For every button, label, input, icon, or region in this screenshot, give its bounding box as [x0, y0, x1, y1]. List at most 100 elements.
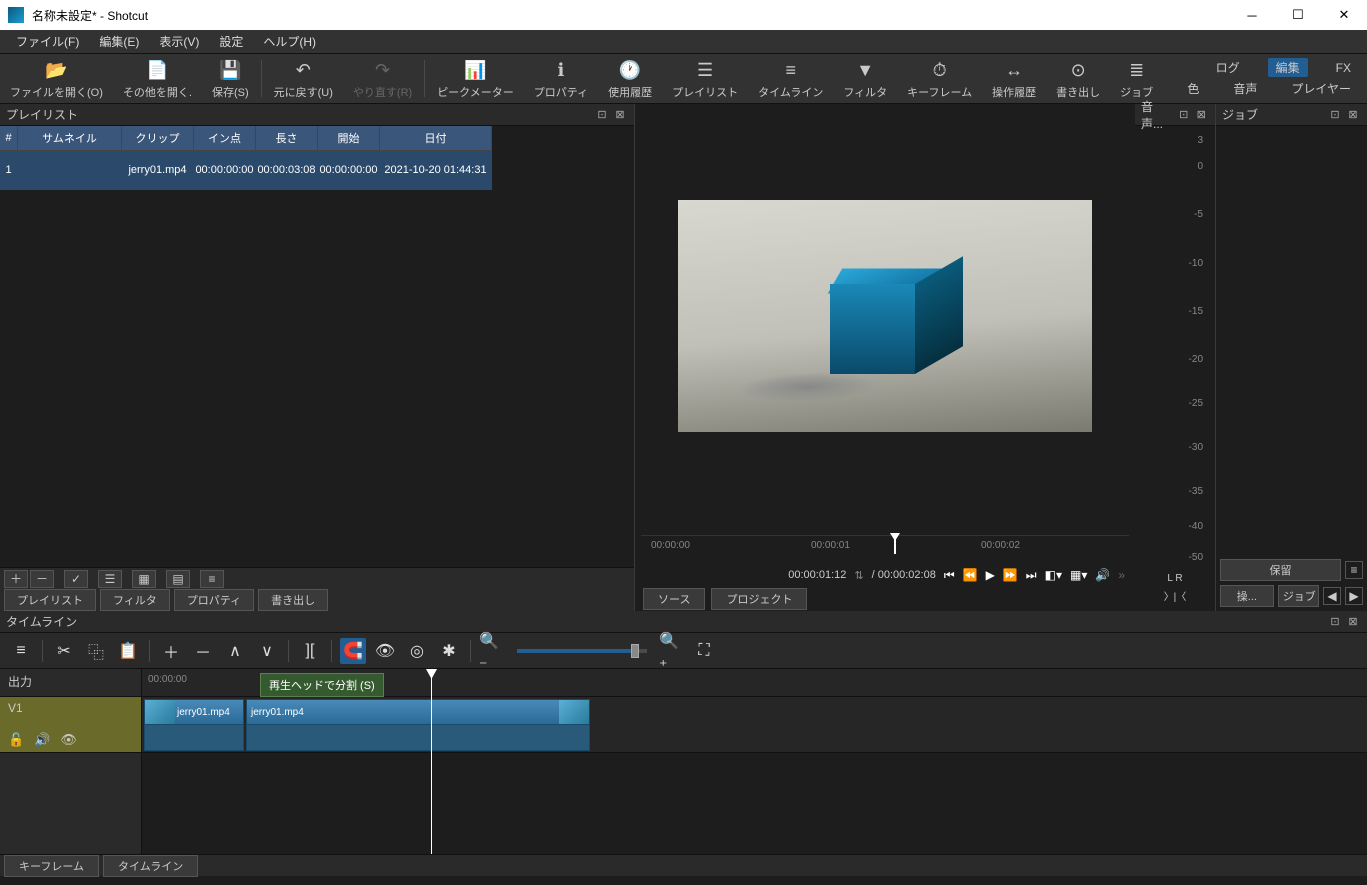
timeline-button[interactable]: ≡タイムライン — [748, 54, 833, 103]
add-button[interactable]: ＋ — [4, 570, 28, 588]
timecode-display[interactable]: 00:00:01:12 — [788, 569, 846, 581]
keyframes-button[interactable]: ⏱キーフレーム — [897, 54, 982, 103]
filters-button[interactable]: ▼フィルタ — [833, 54, 897, 103]
tab-edit[interactable]: 編集 — [1268, 58, 1308, 77]
tab-properties[interactable]: プロパティ — [174, 589, 254, 611]
output-label[interactable]: 出力 — [0, 669, 141, 697]
ophistory-button[interactable]: ↔操作履歴 — [982, 54, 1046, 103]
col-start[interactable]: 開始 — [318, 126, 380, 151]
forward-icon[interactable]: ⏩ — [1003, 568, 1018, 582]
close-button[interactable]: ✕ — [1321, 0, 1367, 30]
tab-filters[interactable]: フィルタ — [100, 589, 170, 611]
preview-ruler[interactable]: 00:00:00 00:00:01 00:00:02 — [641, 535, 1129, 563]
timeline-playhead[interactable] — [431, 669, 432, 854]
jobs-sou-button[interactable]: 操... — [1220, 585, 1274, 607]
save-button[interactable]: 💾保存(S) — [202, 54, 259, 103]
timeline-clip[interactable]: jerry01.mp4 — [144, 699, 244, 725]
remove-icon[interactable]: － — [190, 638, 216, 664]
track-header-v1[interactable]: V1 🔓 🔊 👁 — [0, 697, 141, 753]
menu-help[interactable]: ヘルプ(H) — [253, 30, 326, 53]
tl-menu-icon[interactable]: ≡ — [8, 638, 34, 664]
zoom-slider[interactable] — [517, 649, 647, 653]
snap-icon[interactable]: 🧲 — [340, 638, 366, 664]
undock-icon[interactable]: ⊡ — [1176, 108, 1192, 121]
rewind-icon[interactable]: ⏪ — [963, 568, 978, 582]
maximize-button[interactable]: ☐ — [1275, 0, 1321, 30]
mute-icon[interactable]: 🔊 — [34, 732, 50, 748]
tab-export[interactable]: 書き出し — [258, 589, 328, 611]
more-icon[interactable]: » — [1118, 568, 1125, 582]
tab-timeline[interactable]: タイムライン — [103, 855, 198, 877]
col-clip[interactable]: クリップ — [122, 126, 194, 151]
tab-source[interactable]: ソース — [643, 588, 705, 610]
tab-log[interactable]: ログ — [1210, 58, 1246, 77]
minimize-button[interactable]: ─ — [1229, 0, 1275, 30]
close-panel-icon[interactable]: ⊠ — [1194, 108, 1210, 121]
undock-icon[interactable]: ⊡ — [1327, 108, 1343, 121]
menu-settings[interactable]: 設定 — [209, 30, 253, 53]
jobs-menu-button[interactable]: ≡ — [1345, 561, 1363, 579]
menu-view[interactable]: 表示(V) — [149, 30, 209, 53]
remove-button[interactable]: － — [30, 570, 54, 588]
jobs-next-icon[interactable]: ▶ — [1345, 587, 1363, 605]
job-button[interactable]: ≣ジョブ — [1110, 54, 1163, 103]
col-length[interactable]: 長さ — [256, 126, 318, 151]
tab-audio[interactable]: 音声 — [1227, 79, 1263, 98]
volume-icon[interactable]: 🔊 — [1095, 568, 1110, 582]
overwrite-icon[interactable]: ∨ — [254, 638, 280, 664]
hold-button[interactable]: 保留 — [1220, 559, 1341, 581]
preview-viewport[interactable] — [678, 200, 1092, 432]
grid-button[interactable]: ▦▾ — [1070, 568, 1087, 582]
peakmeter-button[interactable]: 📊ピークメーター — [427, 54, 524, 103]
open-file-button[interactable]: 📂ファイルを開く(O) — [0, 54, 113, 103]
copy-icon[interactable]: ⿻ — [83, 638, 109, 664]
timeline-clip[interactable]: jerry01.mp4 — [246, 699, 590, 725]
col-in[interactable]: イン点 — [194, 126, 256, 151]
redo-button[interactable]: ↷やり直す(R) — [343, 54, 422, 103]
zoom-out-icon[interactable]: 🔍₋ — [479, 638, 505, 664]
list-view-button[interactable]: ☰ — [98, 570, 122, 588]
jobs-job-button[interactable]: ジョブ — [1278, 585, 1319, 607]
menu-edit[interactable]: 編集(E) — [89, 30, 149, 53]
detail-view-button[interactable]: ▤ — [166, 570, 190, 588]
close-panel-icon[interactable]: ⊠ — [612, 108, 628, 121]
append-icon[interactable]: ＋ — [158, 638, 184, 664]
open-other-button[interactable]: 📄その他を開く. — [113, 54, 202, 103]
tab-keyframes[interactable]: キーフレーム — [4, 855, 99, 877]
col-thumbnail[interactable]: サムネイル — [18, 126, 122, 151]
col-date[interactable]: 日付 — [380, 126, 492, 151]
undock-icon[interactable]: ⊡ — [1327, 615, 1343, 628]
close-panel-icon[interactable]: ⊠ — [1345, 615, 1361, 628]
timeline-track-v1[interactable]: jerry01.mp4 jerry01.mp4 — [142, 697, 1367, 753]
tab-player[interactable]: プレイヤー — [1285, 79, 1357, 98]
scrub-icon[interactable]: 👁 — [372, 638, 398, 664]
split-icon[interactable]: ][ — [297, 638, 323, 664]
zoom-button[interactable]: ◧▾ — [1045, 568, 1062, 582]
play-icon[interactable]: ▶ — [986, 568, 995, 582]
export-button[interactable]: ⊙書き出し — [1046, 54, 1110, 103]
jobs-prev-icon[interactable]: ◀ — [1323, 587, 1341, 605]
preview-playhead[interactable] — [894, 536, 896, 554]
check-button[interactable]: ✓ — [64, 570, 88, 588]
properties-button[interactable]: ℹプロパティ — [524, 54, 598, 103]
playlist-row[interactable]: 1 jerry01.mp4 00:00:00:00 00:00:03:08 00… — [0, 151, 634, 190]
ripple-all-icon[interactable]: ✱ — [436, 638, 462, 664]
menu-file[interactable]: ファイル(F) — [6, 30, 89, 53]
tab-playlist[interactable]: プレイリスト — [4, 589, 96, 611]
col-index[interactable]: # — [0, 126, 18, 151]
skip-end-icon[interactable]: ⏭ — [1026, 568, 1037, 583]
tab-project[interactable]: プロジェクト — [711, 588, 807, 610]
paste-icon[interactable]: 📋 — [115, 638, 141, 664]
zoom-in-icon[interactable]: 🔍₊ — [659, 638, 685, 664]
menu-button[interactable]: ≡ — [200, 570, 224, 588]
undo-button[interactable]: ↶元に戻す(U) — [264, 54, 343, 103]
grid-view-button[interactable]: ▦ — [132, 570, 156, 588]
tab-color[interactable]: 色 — [1181, 79, 1205, 98]
tab-fx[interactable]: FX — [1330, 60, 1357, 76]
playlist-button[interactable]: ☰プレイリスト — [662, 54, 748, 103]
skip-start-icon[interactable]: ⏮ — [944, 568, 955, 583]
ripple-icon[interactable]: ◎ — [404, 638, 430, 664]
cut-icon[interactable]: ✂ — [51, 638, 77, 664]
lift-icon[interactable]: ∧ — [222, 638, 248, 664]
zoom-fit-icon[interactable]: ⛶ — [691, 638, 717, 664]
